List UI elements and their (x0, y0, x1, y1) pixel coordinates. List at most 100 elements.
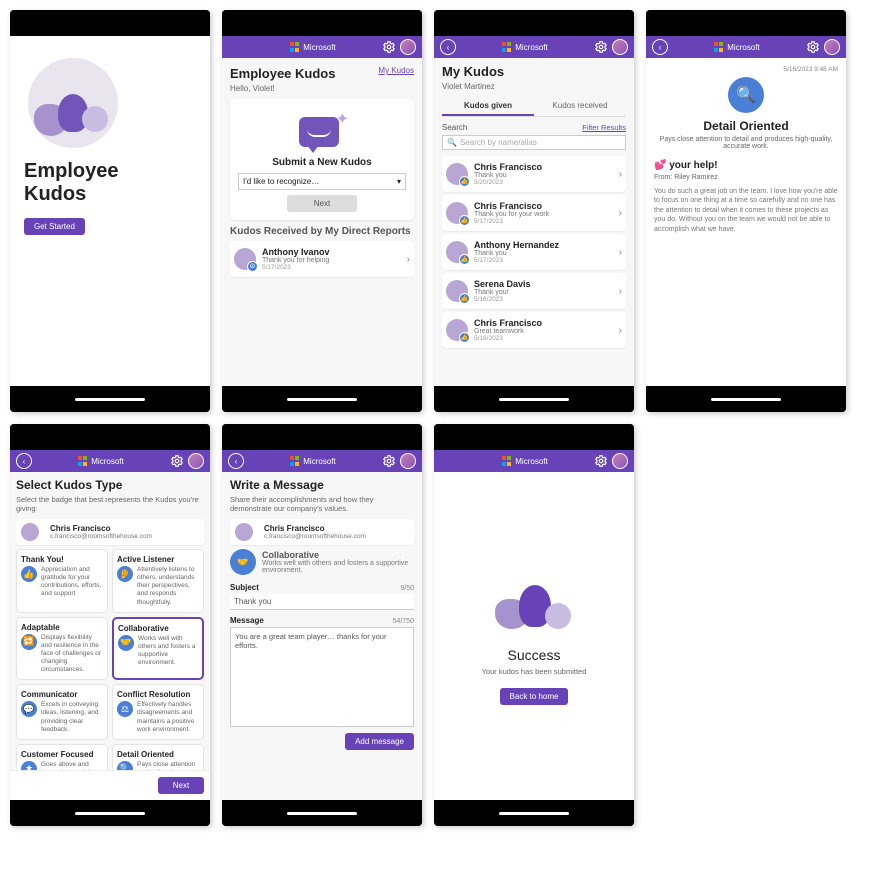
kudos-row[interactable]: 👍Anthony HernandezThank you5/17/2023› (442, 234, 626, 270)
kudos-type-card[interactable]: Active Listener👂Attentively listens to o… (112, 549, 204, 613)
badge-title: Detail Oriented (654, 119, 838, 133)
success-illustration (489, 567, 579, 637)
kudos-type-card[interactable]: Communicator💬Excels in conveying ideas, … (16, 684, 108, 740)
search-input[interactable]: 🔍 Search by name/alias (442, 135, 626, 150)
page-title: Write a Message (230, 478, 414, 492)
type-icon: 🤝 (118, 635, 134, 651)
kudos-from: From: Riley Ramirez (654, 174, 838, 181)
screen-success: Microsoft Success Your kudos has been su… (434, 424, 634, 826)
back-button[interactable]: ‹ (440, 39, 456, 55)
chevron-down-icon: ▾ (397, 177, 401, 186)
screen-my-kudos: ‹ Microsoft My Kudos Violet Martinez Kud… (434, 10, 634, 412)
selected-user-chip: Chris Francisco c.francisco@roomsoftheho… (230, 519, 414, 545)
user-avatar[interactable] (400, 39, 416, 55)
page-subtitle: Share their accomplishments and how they… (230, 495, 414, 513)
tab-kudos-given[interactable]: Kudos given (442, 97, 534, 116)
timestamp: 5/16/2023 9:48 AM (654, 66, 838, 73)
type-icon: ⚖ (117, 701, 133, 717)
microsoft-logo-icon (290, 456, 300, 466)
user-avatar[interactable] (400, 453, 416, 469)
avatar: 👍 (446, 202, 468, 224)
back-home-button[interactable]: Back to home (500, 688, 569, 705)
submit-heading: Submit a New Kudos (238, 157, 406, 168)
back-button[interactable]: ‹ (16, 453, 32, 469)
kudos-row[interactable]: 👍Chris FranciscoGreat teamwork5/16/2023› (442, 312, 626, 348)
avatar: ☮ (234, 248, 256, 270)
kudos-row[interactable]: 👍Chris FranciscoThank you5/20/2023› (442, 156, 626, 192)
microsoft-logo-icon (502, 456, 512, 466)
settings-icon[interactable] (594, 40, 608, 54)
chevron-right-icon: › (619, 208, 622, 219)
kudos-message: You do such a great job on the team. I l… (654, 187, 838, 234)
success-subtitle: Your kudos has been submitted (482, 667, 587, 676)
screen-select-type: ‹ Microsoft Select Kudos Type Select the… (10, 424, 210, 826)
recognize-dropdown[interactable]: I'd like to recognize…▾ (238, 173, 406, 190)
badge-desc: Pays close attention to detail and produ… (658, 136, 834, 150)
chevron-right-icon: › (619, 286, 622, 297)
selected-user-chip: Chris Francisco c.francisco@roomsoftheho… (16, 519, 204, 545)
kudos-type-card[interactable]: Collaborative🤝Works well with others and… (112, 617, 204, 681)
subject-input[interactable]: Thank you (230, 594, 414, 610)
next-button[interactable]: Next (158, 777, 204, 794)
message-label: Message (230, 616, 264, 625)
subtitle: Violet Martinez (442, 82, 626, 91)
add-message-button[interactable]: Add message (345, 733, 414, 750)
type-icon: 👍 (21, 566, 37, 582)
badge-icon: 👍 (459, 293, 470, 304)
microsoft-logo-icon (714, 42, 724, 52)
chevron-right-icon: › (619, 325, 622, 336)
screen-kudos-detail: ‹ Microsoft 5/16/2023 9:48 AM 🔍 Detail O… (646, 10, 846, 412)
avatar: 👍 (446, 241, 468, 263)
collaborative-icon: 🤝 (230, 549, 256, 575)
settings-icon[interactable] (382, 454, 396, 468)
filter-link[interactable]: Filter Results (582, 123, 626, 132)
screen-write-message: ‹ Microsoft Write a Message Share their … (222, 424, 422, 826)
kudos-row[interactable]: 👍Chris FranciscoThank you for your work5… (442, 195, 626, 231)
greeting: Hello, Violet! (230, 84, 335, 93)
page-title: Select Kudos Type (16, 478, 204, 492)
settings-icon[interactable] (594, 454, 608, 468)
user-avatar[interactable] (188, 453, 204, 469)
message-count: 54/750 (393, 618, 414, 625)
kudos-type-card[interactable]: Conflict Resolution⚖Effectively handles … (112, 684, 204, 740)
badge-icon: ☮ (247, 261, 258, 272)
badge-icon: 👍 (459, 254, 470, 265)
badge-icon: 👍 (459, 215, 470, 226)
search-label: Search (442, 123, 467, 132)
user-avatar[interactable] (612, 453, 628, 469)
type-icon: 👂 (117, 566, 133, 582)
settings-icon[interactable] (382, 40, 396, 54)
next-button[interactable]: Next (287, 195, 357, 212)
success-title: Success (508, 647, 561, 663)
back-button[interactable]: ‹ (228, 453, 244, 469)
footer: Next (10, 770, 210, 800)
kudos-type-card[interactable]: Adaptable🔁Displays flexibility and resil… (16, 617, 108, 681)
kudos-row[interactable]: 👍Serena DavisThank you!5/16/2023› (442, 273, 626, 309)
screen-splash: Employee Kudos Get Started (10, 10, 210, 412)
settings-icon[interactable] (806, 40, 820, 54)
avatar: 👍 (446, 280, 468, 302)
screen-home: Microsoft Employee Kudos Hello, Violet! … (222, 10, 422, 412)
kudos-type-card[interactable]: Thank You!👍Appreciation and gratitude fo… (16, 549, 108, 613)
badge-icon: 👍 (459, 176, 470, 187)
microsoft-logo-icon (502, 42, 512, 52)
my-kudos-link[interactable]: My Kudos (378, 66, 414, 75)
avatar (235, 523, 253, 541)
page-subtitle: Select the badge that best represents th… (16, 495, 204, 513)
get-started-button[interactable]: Get Started (24, 218, 85, 235)
message-input[interactable]: You are a great team player… thanks for … (230, 627, 414, 727)
subject-count: 9/50 (400, 585, 414, 592)
received-heading: Kudos Received by My Direct Reports (230, 226, 414, 237)
kudos-illustration (28, 64, 128, 144)
avatar (21, 523, 39, 541)
back-button[interactable]: ‹ (652, 39, 668, 55)
tab-kudos-received[interactable]: Kudos received (534, 97, 626, 116)
kudos-row[interactable]: ☮ Anthony Ivanov Thank you for helping 5… (230, 241, 414, 277)
type-icon: 🔁 (21, 634, 37, 650)
user-avatar[interactable] (612, 39, 628, 55)
user-avatar[interactable] (824, 39, 840, 55)
kudos-subject: 💕 your help! (654, 160, 838, 171)
settings-icon[interactable] (170, 454, 184, 468)
badge-icon: 👍 (459, 332, 470, 343)
new-kudos-icon: ✦ (297, 111, 347, 151)
